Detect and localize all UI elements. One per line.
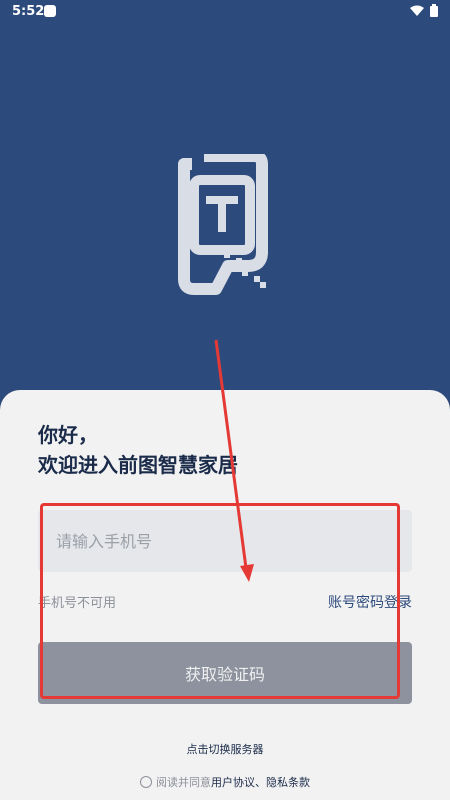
status-time: 5:52 [12,4,45,19]
switch-server-link[interactable]: 点击切换服务器 [0,741,450,757]
wifi-icon [410,5,424,16]
agreement-prefix: 阅读并同意 [156,776,211,789]
agreement-row: 阅读并同意 用户协议 、 隐私条款 [0,774,450,790]
greeting-line-2: 欢迎进入前图智慧家居 [38,453,238,477]
status-bar: 5:52 [0,0,450,24]
status-icons [410,4,438,17]
privacy-policy-link[interactable]: 隐私条款 [266,774,310,790]
agree-radio[interactable] [140,776,152,788]
greeting-line-1: 你好， [38,423,98,447]
phone-unavailable-text: 手机号不可用 [38,596,117,611]
notification-app-icon [44,5,56,17]
phone-input[interactable] [38,510,412,572]
user-agreement-link[interactable]: 用户协议 [211,774,255,790]
battery-icon [430,4,438,17]
get-code-button[interactable]: 获取验证码 [38,642,412,704]
greeting-title: 你好， 欢迎进入前图智慧家居 [38,420,238,480]
app-logo [178,154,268,295]
agreement-separator: 、 [255,776,266,789]
password-login-link[interactable]: 账号密码登录 [328,592,412,612]
